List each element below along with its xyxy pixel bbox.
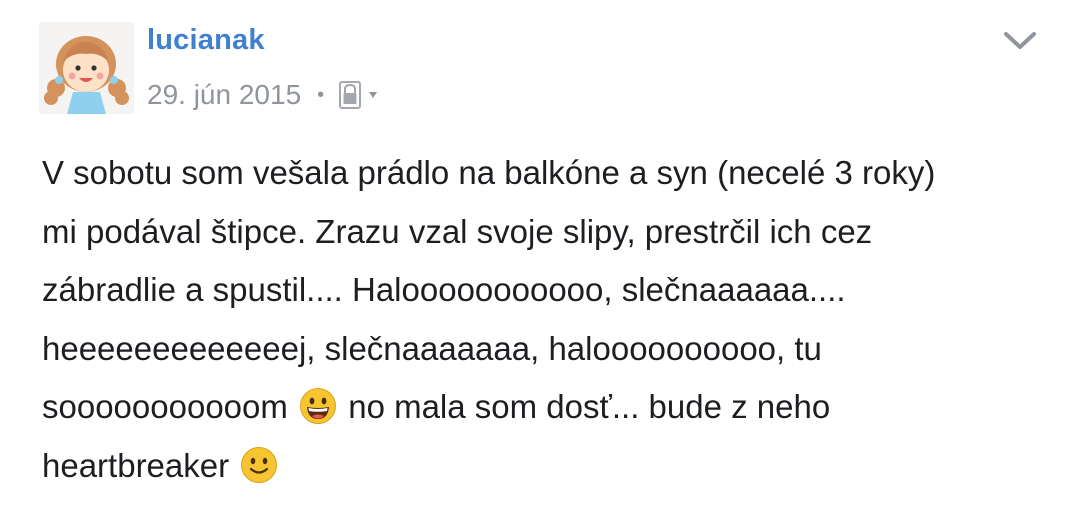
post-card: lucianak 29. jún 2015 • V sobotu som veš…	[0, 0, 1077, 506]
avatar[interactable]	[39, 22, 134, 114]
post-options-button[interactable]	[1000, 26, 1040, 56]
chevron-down-icon	[1004, 32, 1036, 49]
post-text-segment: sooooooooooom	[42, 388, 288, 425]
grinning-face-emoji-icon	[300, 388, 337, 424]
post-text-line: zábradlie a spustil.... Halooooooooooo, …	[42, 271, 846, 308]
post-date[interactable]: 29. jún 2015	[147, 79, 301, 111]
caret-down-icon	[369, 92, 378, 98]
meta-separator: •	[317, 84, 325, 106]
post-text-line: heartbreaker	[42, 437, 1052, 496]
post-text-line: V sobotu som vešala prádlo na balkóne a …	[42, 154, 936, 191]
post-text-line: sooooooooooom no mala som dosť... bude z…	[42, 378, 1052, 437]
post-text-segment: heartbreaker	[42, 446, 230, 484]
post-text-segment: no mala som dosť... bude z neho	[348, 388, 831, 425]
post-body: V sobotu som vešala prádlo na balkóne a …	[42, 144, 1052, 495]
privacy-selector[interactable]	[338, 80, 378, 110]
post-meta: 29. jún 2015 •	[147, 77, 378, 113]
post-text-line: mi podával štipce. Zrazu vzal svoje slip…	[42, 212, 873, 250]
author-name[interactable]: lucianak	[147, 22, 265, 58]
post-text-line: heeeeeeeeeeeeej, slečnaaaaaaa, haloooooo…	[42, 329, 822, 367]
smiling-face-emoji-icon	[241, 446, 278, 483]
girl-avatar-icon	[39, 22, 134, 114]
lock-icon	[339, 81, 362, 109]
